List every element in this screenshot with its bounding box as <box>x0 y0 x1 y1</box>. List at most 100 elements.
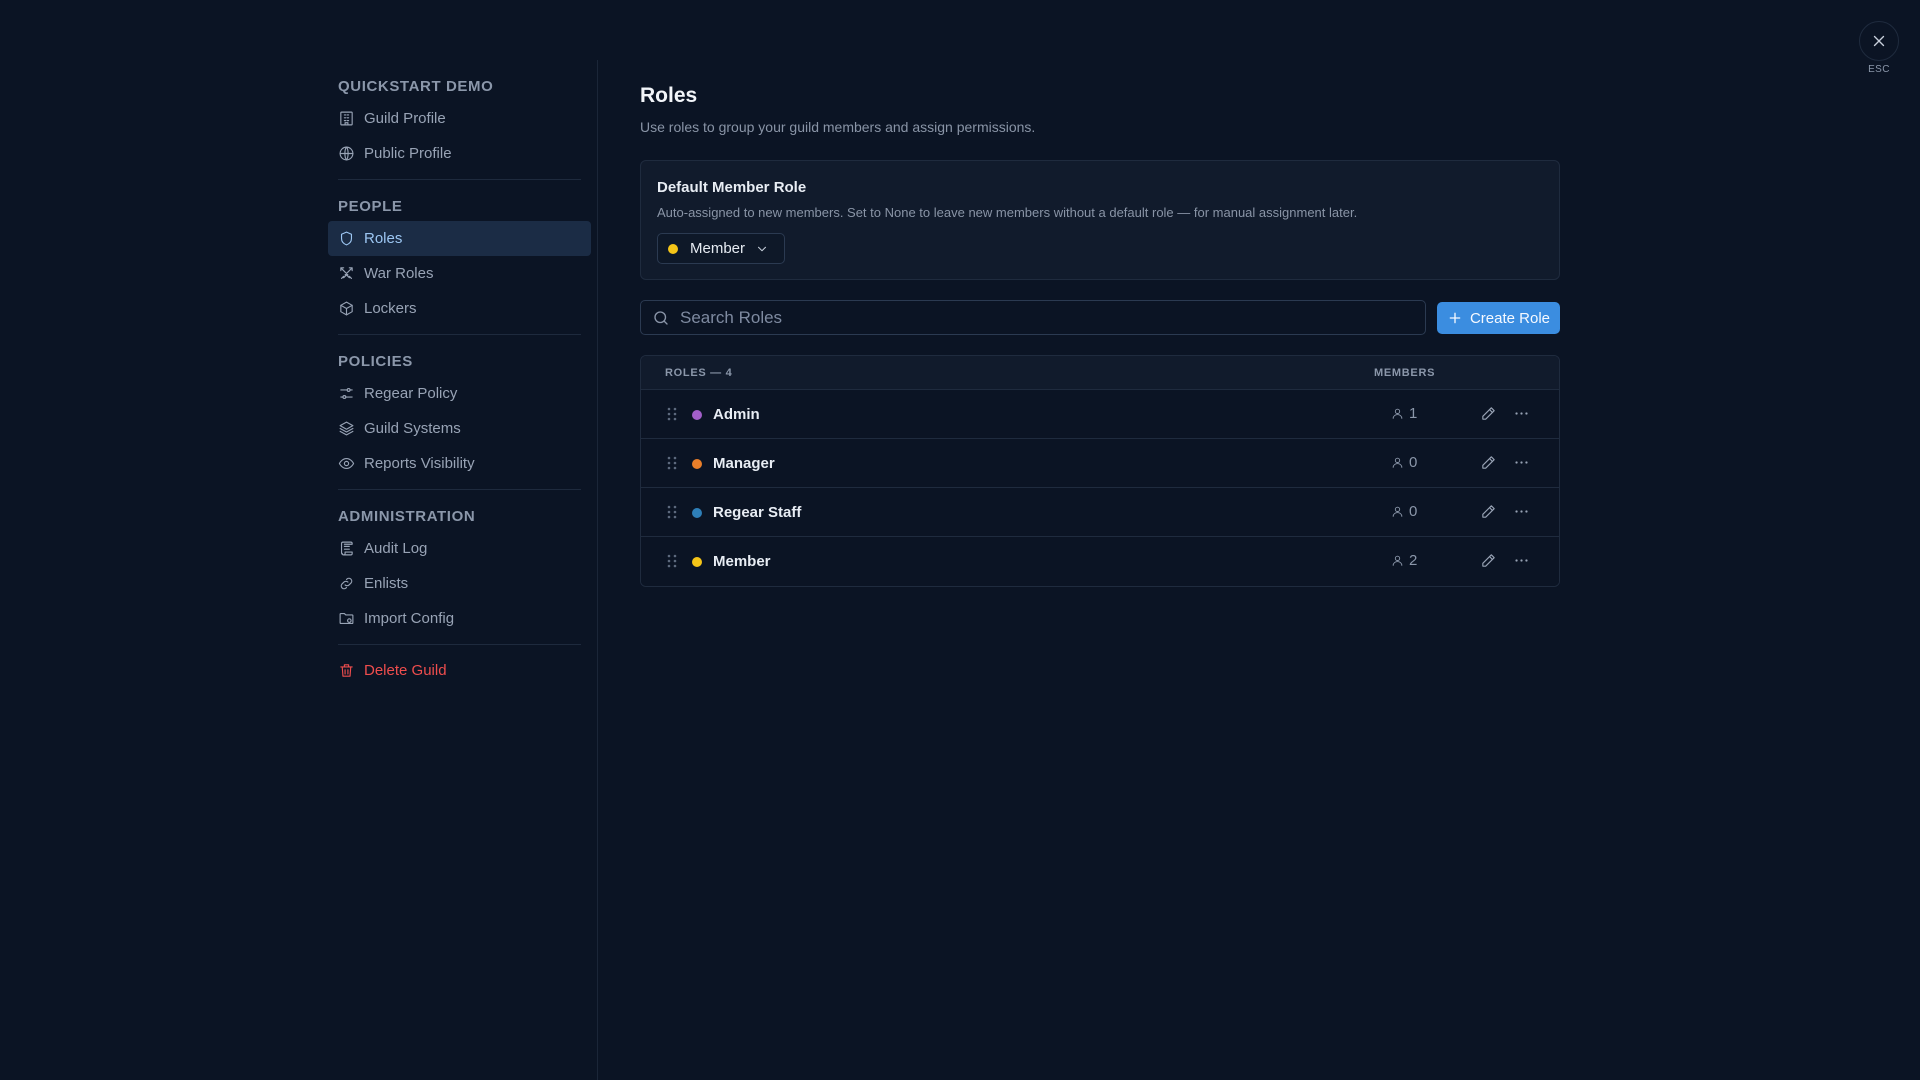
drag-handle-icon[interactable] <box>666 554 678 568</box>
user-icon <box>1392 506 1403 517</box>
roles-table: ROLES — 4 MEMBERS Admin 1 Manager 0 Regear S… <box>640 355 1560 587</box>
role-color-dot <box>692 459 702 469</box>
user-icon <box>1392 408 1403 419</box>
sidebar-item-guild-systems[interactable]: Guild Systems <box>328 411 591 446</box>
search-roles-field[interactable] <box>640 300 1426 335</box>
sidebar-divider <box>338 644 581 645</box>
page-title: Roles <box>640 84 698 107</box>
edit-role-button[interactable] <box>1480 503 1497 520</box>
table-row[interactable]: Admin 1 <box>641 390 1559 439</box>
edit-role-button[interactable] <box>1480 405 1497 422</box>
sidebar-item-lockers[interactable]: Lockers <box>328 291 591 326</box>
more-options-button[interactable] <box>1513 405 1530 422</box>
role-name: Manager <box>713 455 775 472</box>
role-name: Regear Staff <box>713 504 802 521</box>
role-color-dot <box>668 243 678 254</box>
roles-panel: Roles Use roles to group your guild memb… <box>640 84 1560 587</box>
role-color-dot <box>692 557 702 567</box>
role-member-count: 2 <box>1391 552 1417 569</box>
role-member-count: 0 <box>1391 454 1417 471</box>
role-member-count: 0 <box>1391 503 1417 520</box>
pencil-icon <box>1482 456 1495 469</box>
roles-table-header: ROLES — 4 MEMBERS <box>641 356 1559 390</box>
create-role-label: Create Role <box>1469 309 1551 327</box>
drag-handle-icon[interactable] <box>666 456 678 470</box>
scroll-icon <box>338 540 355 557</box>
delete-guild-label: Delete Guild <box>364 662 447 679</box>
section-title-administration: ADMINISTRATION <box>338 508 476 525</box>
swords-icon <box>338 265 355 282</box>
sidebar-item-guild-profile[interactable]: Guild Profile <box>328 101 591 136</box>
sidebar-item-label: Public Profile <box>364 145 452 162</box>
sidebar-item-regear-policy[interactable]: Regear Policy <box>328 376 591 411</box>
role-color-dot <box>692 410 702 420</box>
pencil-icon <box>1482 407 1495 420</box>
esc-hint: ESC <box>1868 64 1890 75</box>
default-role-selected: Member <box>690 240 746 257</box>
more-horizontal-icon <box>1515 559 1528 562</box>
member-count-value: 0 <box>1409 503 1418 520</box>
sidebar-divider <box>338 179 581 180</box>
default-role-select[interactable]: Member <box>657 233 785 264</box>
drag-handle-icon[interactable] <box>666 505 678 519</box>
more-horizontal-icon <box>1515 412 1528 415</box>
edit-role-button[interactable] <box>1480 552 1497 569</box>
sidebar-divider <box>338 334 581 335</box>
trash-icon <box>338 662 355 679</box>
user-icon <box>1392 457 1403 468</box>
plus-icon <box>1449 312 1461 324</box>
user-icon <box>1392 555 1403 566</box>
sidebar-item-war-roles[interactable]: War Roles <box>328 256 591 291</box>
building-icon <box>338 110 355 127</box>
member-count-value: 1 <box>1409 405 1418 422</box>
sidebar-item-label: Audit Log <box>364 540 428 557</box>
section-title-people: PEOPLE <box>338 198 403 215</box>
sidebar-item-label: Roles <box>364 230 403 247</box>
sidebar-item-label: Lockers <box>364 300 417 317</box>
sidebar-item-label: Reports Visibility <box>364 455 475 472</box>
sidebar-item-reports-visibility[interactable]: Reports Visibility <box>328 446 591 481</box>
pencil-icon <box>1482 554 1495 567</box>
sidebar-item-label: Enlists <box>364 575 409 592</box>
default-role-title: Default Member Role <box>657 179 807 196</box>
delete-guild-button[interactable]: Delete Guild <box>328 653 591 688</box>
sidebar-item-enlists[interactable]: Enlists <box>328 566 591 601</box>
sidebar-item-roles[interactable]: Roles <box>328 221 591 256</box>
search-input[interactable] <box>680 301 1425 334</box>
settings-page: QUICKSTART DEMO Guild Profile Public Pro… <box>0 0 1920 1080</box>
pencil-icon <box>1482 505 1495 518</box>
folder-icon <box>338 610 355 627</box>
default-member-role-card: Default Member Role Auto-assigned to new… <box>640 160 1560 280</box>
sidebar-item-public-profile[interactable]: Public Profile <box>328 136 591 171</box>
sidebar-item-label: Regear Policy <box>364 385 458 402</box>
close-button[interactable] <box>1859 21 1899 61</box>
role-name: Admin <box>713 406 760 423</box>
table-row[interactable]: Regear Staff 0 <box>641 488 1559 537</box>
member-count-value: 2 <box>1409 552 1418 569</box>
roles-count-header: ROLES — 4 <box>665 366 733 379</box>
sidebar-item-import-config[interactable]: Import Config <box>328 601 591 636</box>
more-options-button[interactable] <box>1513 503 1530 520</box>
more-options-button[interactable] <box>1513 454 1530 471</box>
edit-role-button[interactable] <box>1480 454 1497 471</box>
table-row[interactable]: Manager 0 <box>641 439 1559 488</box>
roles-table-body: Admin 1 Manager 0 Regear Staff 0 Member 2 <box>641 390 1559 586</box>
role-color-dot <box>692 508 702 518</box>
sidebar-divider <box>338 489 581 490</box>
eye-icon <box>338 455 355 472</box>
more-options-button[interactable] <box>1513 552 1530 569</box>
layers-icon <box>338 420 355 437</box>
shield-icon <box>338 230 355 247</box>
table-row[interactable]: Member 2 <box>641 537 1559 586</box>
sidebar-item-label: War Roles <box>364 265 434 282</box>
sidebar-item-audit-log[interactable]: Audit Log <box>328 531 591 566</box>
members-header: MEMBERS <box>1374 366 1436 379</box>
create-role-button[interactable]: Create Role <box>1437 302 1560 334</box>
drag-handle-icon[interactable] <box>666 407 678 421</box>
page-subtitle: Use roles to group your guild members an… <box>640 119 1036 135</box>
member-count-value: 0 <box>1409 454 1418 471</box>
more-horizontal-icon <box>1515 510 1528 513</box>
link-icon <box>338 575 355 592</box>
close-icon <box>1873 35 1885 47</box>
section-title-policies: POLICIES <box>338 353 413 370</box>
